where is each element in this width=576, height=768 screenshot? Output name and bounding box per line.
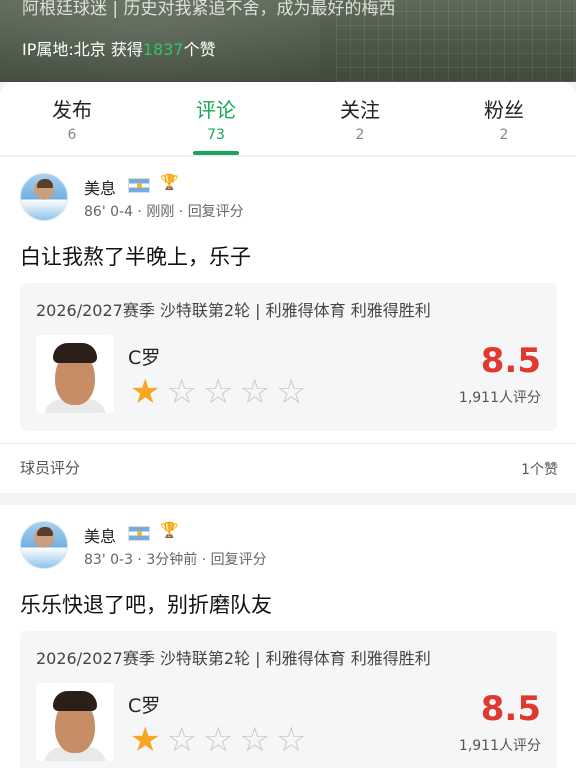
trophy-icon: 🏆 — [160, 173, 179, 191]
active-tab-indicator — [193, 151, 239, 155]
star-icon: ☆ — [239, 372, 270, 412]
likes-count: 1837 — [142, 40, 184, 59]
raters-count: 1,911人评分 — [458, 390, 541, 406]
tab-label: 评论 — [196, 98, 236, 122]
avatar[interactable] — [20, 173, 68, 221]
profile-bio: 阿根廷球迷 | 历史对我紧追不舍，成为最好的梅西 — [22, 0, 396, 19]
match-time-score: 83' 0-3 · 3分钟前 · — [84, 552, 211, 568]
tab-following[interactable]: 关注 2 — [288, 82, 432, 155]
tab-label: 粉丝 — [484, 98, 524, 122]
rating-panel[interactable]: 2026/2027赛季 沙特联第2轮 | 利雅得体育 利雅得胜利 C罗 ★ ☆ … — [20, 631, 557, 768]
star-icon: ☆ — [275, 720, 307, 760]
star-icon: ☆ — [166, 720, 197, 760]
reply-rating-link[interactable]: 回复评分 — [211, 552, 267, 568]
username[interactable]: 美息 — [84, 175, 116, 199]
profile-header: 阿根廷球迷 | 历史对我紧追不舍，成为最好的梅西 IP属地:北京 获得1837个… — [0, 0, 576, 82]
comment-text: 乐乐快退了吧，别折磨队友 — [20, 593, 272, 617]
trophy-icon: 🏆 — [160, 521, 179, 539]
profile-tabs: 发布 6 评论 73 关注 2 粉丝 2 — [0, 82, 576, 156]
tab-count: 73 — [207, 127, 225, 143]
star-rating: ★ ☆ ☆ ☆ ☆ — [130, 375, 306, 409]
player-rating-label: 球员评分 — [20, 459, 81, 477]
player-score: 8.5 — [480, 689, 541, 729]
player-name: C罗 — [128, 347, 161, 369]
argentina-flag-icon — [128, 178, 150, 193]
tab-count: 6 — [67, 127, 77, 143]
player-name: C罗 — [128, 695, 161, 717]
comment-card[interactable]: 美息 🏆 86' 0-4 · 刚刚 · 回复评分 白让我熬了半晚上，乐子 202… — [0, 157, 576, 493]
tab-label: 发布 — [52, 98, 92, 122]
match-info: 2026/2027赛季 沙特联第2轮 | 利雅得体育 利雅得胜利 — [36, 301, 431, 320]
comment-meta: 86' 0-4 · 刚刚 · 回复评分 — [84, 201, 244, 221]
comment-card[interactable]: 美息 🏆 83' 0-3 · 3分钟前 · 回复评分 乐乐快退了吧，别折磨队友 … — [0, 505, 576, 768]
star-icon: ☆ — [202, 720, 234, 760]
divider — [0, 443, 576, 444]
reply-rating-link[interactable]: 回复评分 — [188, 204, 244, 220]
rating-panel[interactable]: 2026/2027赛季 沙特联第2轮 | 利雅得体育 利雅得胜利 C罗 ★ ☆ … — [20, 283, 557, 431]
star-rating: ★ ☆ ☆ ☆ ☆ — [130, 723, 306, 757]
raters-count: 1,911人评分 — [458, 738, 541, 754]
tab-count: 2 — [355, 127, 365, 143]
star-icon: ☆ — [202, 372, 234, 412]
ip-label: IP属地:北京 获得 — [22, 40, 143, 59]
argentina-flag-icon — [128, 526, 150, 541]
comment-text: 白让我熬了半晚上，乐子 — [20, 245, 251, 269]
tab-comments[interactable]: 评论 73 — [144, 82, 288, 155]
tab-count: 2 — [499, 127, 509, 143]
star-icon: ☆ — [239, 720, 270, 760]
match-time-score: 86' 0-4 · 刚刚 · — [84, 204, 188, 220]
comment-meta: 83' 0-3 · 3分钟前 · 回复评分 — [84, 549, 267, 569]
star-icon: ★ — [130, 720, 161, 760]
likes-suffix: 个赞 — [183, 40, 216, 59]
star-icon: ☆ — [166, 372, 197, 412]
tab-label: 关注 — [340, 98, 380, 122]
username[interactable]: 美息 — [84, 523, 116, 547]
player-photo — [36, 683, 114, 761]
star-icon: ★ — [130, 372, 161, 412]
tab-fans[interactable]: 粉丝 2 — [432, 82, 576, 155]
avatar[interactable] — [20, 521, 68, 569]
like-count[interactable]: 1个赞 — [521, 459, 558, 479]
tab-posts[interactable]: 发布 6 — [0, 82, 144, 155]
player-photo — [36, 335, 114, 413]
star-icon: ☆ — [275, 372, 307, 412]
match-info: 2026/2027赛季 沙特联第2轮 | 利雅得体育 利雅得胜利 — [36, 649, 431, 668]
ip-location-likes: IP属地:北京 获得1837个赞 — [22, 36, 216, 60]
player-score: 8.5 — [480, 341, 541, 381]
